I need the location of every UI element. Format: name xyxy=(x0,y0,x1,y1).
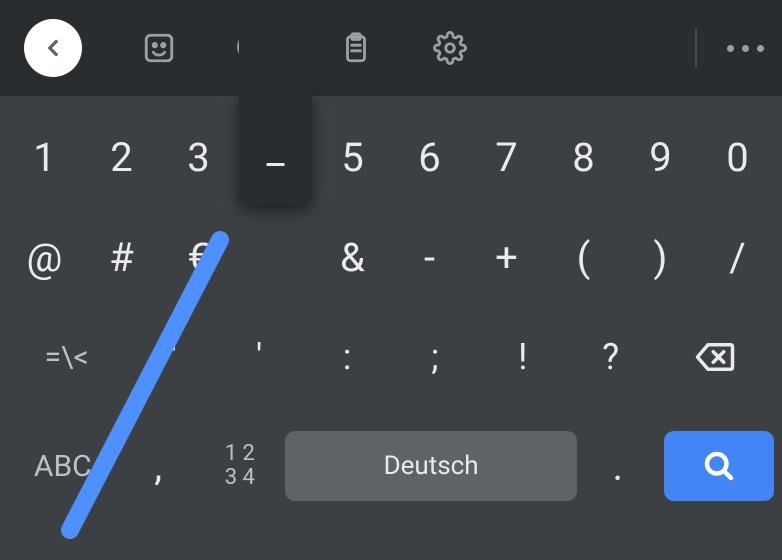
key-euro[interactable]: € xyxy=(162,210,235,304)
key-slash[interactable]: / xyxy=(701,210,774,304)
key-hash[interactable]: # xyxy=(85,210,158,304)
key-comma[interactable]: , xyxy=(122,419,195,513)
key-rparen[interactable]: ) xyxy=(624,210,697,304)
key-colon[interactable]: : xyxy=(305,310,389,404)
back-button[interactable] xyxy=(24,19,82,77)
settings-button[interactable] xyxy=(433,31,467,65)
key-plus[interactable]: + xyxy=(470,210,543,304)
row-3: =\< " ' : ; ! ? xyxy=(8,310,774,404)
key-underscore-popup[interactable]: _ xyxy=(239,94,312,204)
keyboard-toolbar: GIF xyxy=(0,0,782,96)
key-hidden[interactable] xyxy=(239,210,312,304)
numpad-bottom: 3 4 xyxy=(225,466,255,490)
spacebar[interactable]: Deutsch xyxy=(285,431,577,501)
key-3[interactable]: 3 xyxy=(162,110,235,204)
key-squote[interactable]: ' xyxy=(217,310,301,404)
key-0[interactable]: 0 xyxy=(701,110,774,204)
key-2[interactable]: 2 xyxy=(85,110,158,204)
key-ampersand[interactable]: & xyxy=(316,210,389,304)
sticker-icon xyxy=(142,31,176,65)
more-icon xyxy=(727,45,734,52)
key-question[interactable]: ? xyxy=(569,310,653,404)
key-8[interactable]: 8 xyxy=(547,110,620,204)
toolbar-divider xyxy=(695,29,697,67)
key-hyphen[interactable]: - xyxy=(393,210,466,304)
more-button[interactable] xyxy=(727,45,764,52)
toolbar-right xyxy=(695,29,764,67)
backspace-icon xyxy=(694,336,736,378)
key-6[interactable]: 6 xyxy=(393,110,466,204)
sticker-button[interactable] xyxy=(142,31,176,65)
keyboard: 1 2 3 _ 5 6 7 8 9 0 @ # € & - + ( ) / =\… xyxy=(0,96,782,516)
clipboard-icon xyxy=(339,31,373,65)
key-period[interactable]: . xyxy=(581,419,654,513)
row-4: ABC , 1 2 3 4 Deutsch . xyxy=(8,416,774,516)
backspace-key[interactable] xyxy=(657,310,774,404)
key-exclaim[interactable]: ! xyxy=(481,310,565,404)
key-1[interactable]: 1 xyxy=(8,110,81,204)
chevron-left-icon xyxy=(40,35,66,61)
mode-key-abc[interactable]: ABC xyxy=(8,419,118,513)
row-2: @ # € & - + ( ) / xyxy=(8,210,774,304)
numpad-top: 1 2 xyxy=(225,442,255,466)
numpad-key[interactable]: 1 2 3 4 xyxy=(199,419,281,513)
key-dquote[interactable]: " xyxy=(129,310,213,404)
key-9[interactable]: 9 xyxy=(624,110,697,204)
search-icon xyxy=(701,448,737,484)
search-key[interactable] xyxy=(664,431,774,501)
key-lparen[interactable]: ( xyxy=(547,210,620,304)
key-semicolon[interactable]: ; xyxy=(393,310,477,404)
gear-icon xyxy=(433,31,467,65)
clipboard-button[interactable] xyxy=(339,31,373,65)
key-7[interactable]: 7 xyxy=(470,110,543,204)
key-5[interactable]: 5 xyxy=(316,110,389,204)
row-1: 1 2 3 _ 5 6 7 8 9 0 xyxy=(8,110,774,204)
key-moresymbols[interactable]: =\< xyxy=(8,310,125,404)
key-at[interactable]: @ xyxy=(8,210,81,304)
